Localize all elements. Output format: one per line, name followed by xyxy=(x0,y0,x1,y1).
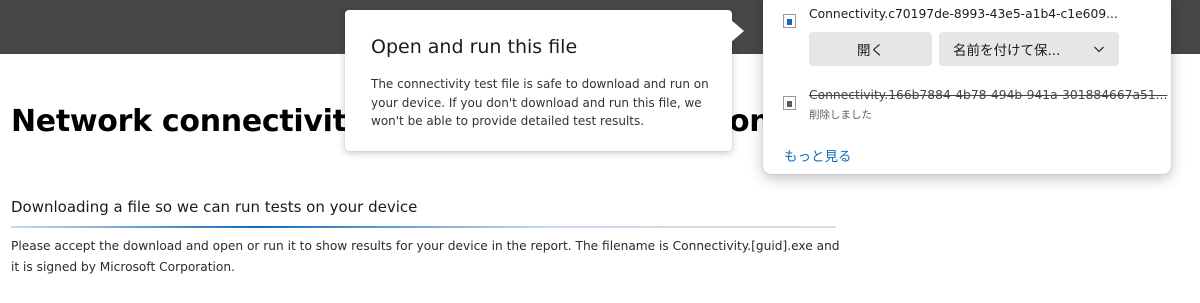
download-file-name-deleted[interactable]: Connectivity.166b7884-4b78-494b-941a-301… xyxy=(809,88,1167,102)
page-heading-text: Network connectivity t xyxy=(11,104,391,139)
downloads-flyout: Connectivity.c70197de-8993-43e5-a1b4-c1e… xyxy=(763,0,1171,174)
open-file-label: 開く xyxy=(857,43,884,59)
chevron-down-icon xyxy=(1094,46,1104,53)
save-as-label: 名前を付けて保... xyxy=(953,43,1061,59)
download-status: 削除しました xyxy=(809,109,872,121)
open-file-button[interactable]: 開く xyxy=(809,32,932,66)
exe-file-icon xyxy=(783,96,796,110)
callout-text: The connectivity test file is safe to do… xyxy=(371,77,709,128)
page-heading: Network connectivity t on xyxy=(11,104,771,139)
open-file-callout: Open and run this file The connectivity … xyxy=(345,10,732,151)
callout-title: Open and run this file xyxy=(371,36,578,58)
see-more-link[interactable]: もっと見る xyxy=(784,145,852,165)
instructions-text: Please accept the download and open or r… xyxy=(11,239,840,274)
section-title: Downloading a file so we can run tests o… xyxy=(11,198,418,216)
download-file-name[interactable]: Connectivity.c70197de-8993-43e5-a1b4-c1e… xyxy=(809,7,1118,21)
exe-file-icon xyxy=(783,14,796,28)
download-progress-line xyxy=(11,226,836,228)
save-as-button[interactable]: 名前を付けて保... xyxy=(939,32,1119,66)
callout-arrow xyxy=(730,19,744,43)
